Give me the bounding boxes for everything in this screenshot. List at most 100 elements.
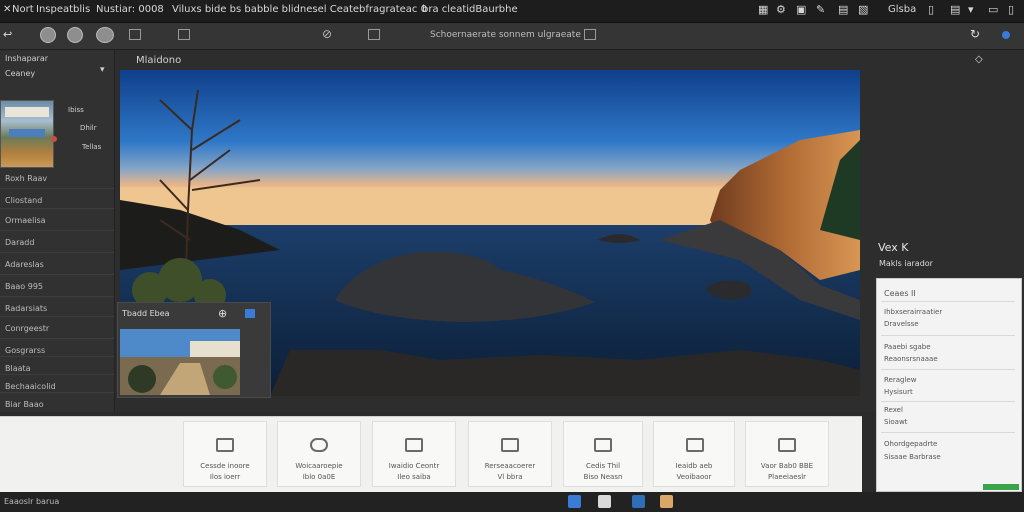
- action-tile[interactable]: Rerseaacoerer Vl bbra: [468, 421, 552, 487]
- image-icon: [501, 438, 519, 452]
- eye-icon[interactable]: [96, 27, 114, 43]
- overlay-title: Vex K: [878, 241, 909, 254]
- menu-item-view[interactable]: Nustiar: 0008: [96, 4, 164, 15]
- sidebar-item[interactable]: Radarsiats: [0, 296, 114, 317]
- frame-icon[interactable]: [129, 29, 141, 40]
- window-icon[interactable]: ▤: [838, 3, 848, 16]
- share-icon[interactable]: ⊕: [218, 307, 227, 320]
- action-tile[interactable]: Cessde inoore Ilos ioerr: [183, 421, 267, 487]
- menu-item-file[interactable]: Nort: [12, 4, 34, 15]
- sidebar-item[interactable]: Baao 995: [0, 274, 114, 297]
- chevron-down-icon[interactable]: ▾: [100, 65, 105, 75]
- menu-item-window[interactable]: bra cleatidBaurbhe: [422, 4, 518, 15]
- finder-icon[interactable]: [568, 495, 581, 508]
- divider: [881, 369, 1015, 370]
- settings-icon[interactable]: ⚙: [776, 3, 786, 16]
- camera-icon[interactable]: [40, 27, 56, 43]
- export-icon[interactable]: [584, 29, 596, 40]
- layout-icon[interactable]: [178, 29, 190, 40]
- action-tile[interactable]: Cedis Thil Biso Neasn: [563, 421, 643, 487]
- photos-icon[interactable]: [598, 495, 611, 508]
- status-dot-icon[interactable]: [1002, 31, 1010, 39]
- property-value[interactable]: Hysisurt: [884, 388, 913, 396]
- property-label: Ihbxserairraatier: [884, 308, 943, 316]
- menu-item-inspect[interactable]: Inspeatblis: [36, 4, 90, 15]
- divider: [881, 335, 1015, 336]
- apple-menu-icon[interactable]: ✕: [3, 4, 11, 15]
- divider: [881, 432, 1015, 433]
- layers-icon: [778, 438, 796, 452]
- action-tile[interactable]: Ieaidb aeb Veoibaoor: [653, 421, 735, 487]
- sidebar-item[interactable]: Biar Baao: [0, 392, 114, 412]
- divider: [881, 401, 1015, 402]
- sidebar-item[interactable]: Blaata: [0, 356, 114, 375]
- more-icon[interactable]: ▯: [1008, 3, 1014, 16]
- expand-icon[interactable]: [245, 309, 255, 318]
- properties-panel: Ceaes II Ihbxserairraatier Dravelsse Paa…: [876, 278, 1022, 492]
- thumb-label-1: Ibiss: [68, 106, 84, 114]
- action-tile[interactable]: Iwaidio Ceontr Ileo saiba: [372, 421, 456, 487]
- sidebar-item[interactable]: Gosgrarss: [0, 338, 114, 357]
- foreground-rocks: [270, 350, 860, 396]
- viewer-title: Mlaidono: [136, 55, 182, 66]
- user-label[interactable]: Glsba: [888, 4, 916, 15]
- action-bar: Cessde inoore Ilos ioerr Woicaaroepie Ib…: [0, 416, 862, 493]
- action-tile[interactable]: Woicaaroepie Iblo 0a0E: [277, 421, 361, 487]
- bookmark-icon[interactable]: ▯: [928, 3, 934, 16]
- property-value[interactable]: Sisaae Barbrase: [884, 453, 941, 461]
- pen-icon[interactable]: ✎: [816, 3, 825, 16]
- thumb-label-2: Dhilr: [80, 124, 97, 132]
- record-icon[interactable]: [67, 27, 83, 43]
- sidebar-thumbnail[interactable]: [0, 100, 57, 168]
- monitor-icon: [216, 438, 234, 452]
- note-icon[interactable]: [368, 29, 380, 40]
- thumb-label-3: Tellas: [82, 143, 102, 151]
- text-icon[interactable]: ▣: [796, 3, 806, 16]
- pin-icon[interactable]: ⊘: [322, 27, 332, 41]
- preview-thumbnail[interactable]: [120, 329, 240, 395]
- save-icon: [594, 438, 612, 452]
- thumbnail-pool: [9, 129, 45, 137]
- menu-item-document[interactable]: Viluxs bide bs babble blidnesel Ceatebfr…: [172, 4, 427, 15]
- action-tile[interactable]: Vaor Bab0 BBE Plaeeiaeslr: [745, 421, 829, 487]
- sidebar-item[interactable]: Conrgeestr: [0, 316, 114, 339]
- preview-panel: Tbadd Ebea ⊕: [117, 302, 271, 398]
- sidebar-item[interactable]: Roxh Raav: [0, 166, 114, 189]
- document-icon[interactable]: ▭: [988, 3, 998, 16]
- status-text: Eaaoslr barua: [4, 497, 60, 506]
- sidebar-item[interactable]: Bechaaicolid: [0, 374, 114, 393]
- property-label: Paaebi sgabe: [884, 343, 931, 351]
- preview-title: Tbadd Ebea: [122, 309, 170, 318]
- dropdown-icon[interactable]: ▾: [968, 3, 974, 16]
- image-icon[interactable]: ▧: [858, 3, 868, 16]
- sidebar-item[interactable]: Daradd: [0, 230, 114, 253]
- collapse-icon[interactable]: ◇: [975, 54, 983, 65]
- grid-icon[interactable]: ▦: [758, 3, 768, 16]
- copy-icon: [686, 438, 704, 452]
- document-title: Schoernaerate sonnem ulgraeate: [430, 30, 581, 40]
- property-value[interactable]: Sioawt: [884, 418, 907, 426]
- list-icon[interactable]: ▤: [950, 3, 960, 16]
- sidebar-item[interactable]: Adareslas: [0, 252, 114, 275]
- property-label: Ohordgepadrte: [884, 440, 938, 448]
- mail-icon[interactable]: [632, 495, 645, 508]
- back-icon[interactable]: ↩: [3, 28, 12, 41]
- toolbar: ↩ ⊘ Schoernaerate sonnem ulgraeate ↻: [0, 23, 1024, 50]
- overlay-subtitle: Makls iarador: [879, 259, 933, 268]
- property-label: Rexel: [884, 406, 903, 414]
- folder-icon: [405, 438, 423, 452]
- refresh-icon[interactable]: ↻: [970, 27, 980, 41]
- notes-icon[interactable]: [660, 495, 673, 508]
- menu-bar: ✕ Nort Inspeatblis Nustiar: 0008 Viluxs …: [0, 0, 1024, 23]
- property-label: Reraglew: [884, 376, 917, 384]
- properties-title: Ceaes II: [884, 289, 916, 298]
- sidebar-item[interactable]: Ormaelisa: [0, 208, 114, 231]
- sidebar-item[interactable]: Cliostand: [0, 188, 114, 209]
- property-value[interactable]: Reaonsrsnaaae: [884, 355, 938, 363]
- sidebar-subheader: Ceaney: [5, 69, 36, 78]
- cloud-icon: [310, 438, 328, 452]
- apply-button[interactable]: [983, 484, 1019, 490]
- divider: [881, 301, 1015, 302]
- property-value[interactable]: Dravelsse: [884, 320, 919, 328]
- thumbnail-badge-icon: [51, 136, 57, 142]
